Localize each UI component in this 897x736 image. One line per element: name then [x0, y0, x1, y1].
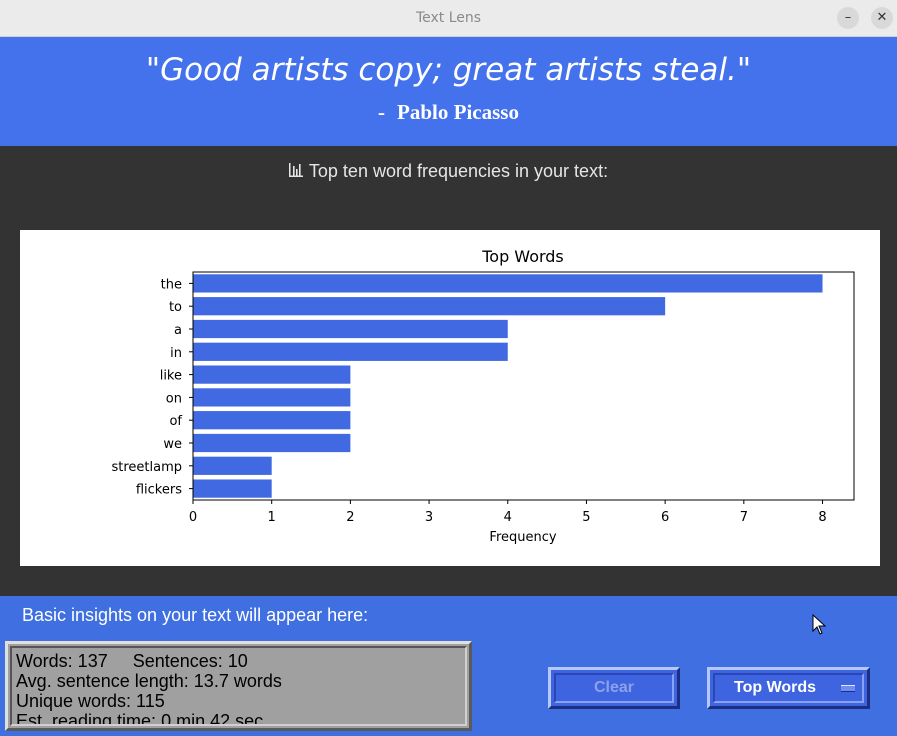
stat-line-unique: Unique words: 115 [16, 691, 165, 711]
bar-to [193, 297, 666, 316]
chart-panel: Top ten word frequencies in your text: T… [0, 146, 897, 596]
bar-in [193, 342, 508, 361]
stats-panel: Words: 137 Sentences: 10 Avg. sentence l… [5, 641, 472, 731]
chart-heading: Top ten word frequencies in your text: [0, 161, 897, 182]
quote-author: - Pablo Picasso [0, 100, 897, 125]
stat-line-reading-time: Est. reading time: 0 min 42 sec [16, 711, 264, 726]
clear-button[interactable]: Clear [548, 667, 680, 709]
y-tick-label: to [169, 300, 182, 315]
author-dash: - [378, 100, 386, 124]
y-tick-label: streetlamp [111, 460, 182, 475]
bar-we [193, 433, 351, 453]
window-titlebar: Text Lens – ✕ [0, 0, 897, 37]
bar-a [193, 319, 508, 339]
y-tick-label: like [160, 369, 182, 384]
bar-of [193, 411, 351, 430]
x-tick-label: 0 [189, 510, 197, 525]
quote-header: "Good artists copy; great artists steal.… [0, 37, 897, 146]
x-tick-label: 6 [661, 510, 669, 525]
y-tick-label: in [170, 346, 182, 361]
quote-text: "Good artists copy; great artists steal.… [145, 52, 752, 88]
x-tick-label: 3 [425, 510, 433, 525]
stat-line-words: Words: 137 Sentences: 10 [16, 651, 248, 671]
chart-canvas: Top Words Frequency the to a in like on of we st… [20, 230, 880, 566]
x-tick-label: 1 [268, 510, 276, 525]
x-tick-label: 8 [818, 510, 826, 525]
insights-label: Basic insights on your text will appear … [22, 605, 369, 625]
stat-line-avg-length: Avg. sentence length: 13.7 words [16, 671, 282, 691]
menu-indicator-icon [841, 685, 855, 692]
bar-like [193, 365, 351, 384]
minimize-icon[interactable]: – [837, 7, 859, 29]
top-words-menu-button[interactable]: Top Words [707, 667, 870, 709]
top-words-chart: Top Words Frequency the to a in like on of we st… [111, 247, 855, 545]
y-tick-label: on [166, 391, 182, 406]
y-tick-label: we [163, 437, 182, 452]
window-title: Text Lens [415, 10, 482, 26]
close-icon[interactable]: ✕ [871, 7, 893, 29]
chart-title: Top Words [481, 247, 564, 266]
y-tick-label: flickers [136, 483, 182, 498]
x-tick-label: 5 [582, 510, 590, 525]
chart-heading-label: Top ten word frequencies in your text: [308, 161, 609, 181]
author-name: Pablo Picasso [397, 100, 519, 124]
x-tick-label: 7 [740, 510, 748, 525]
bar-chart-icon [288, 163, 303, 182]
y-tick-label: the [161, 277, 182, 292]
stats-inner: Words: 137 Sentences: 10 Avg. sentence l… [10, 646, 467, 726]
mouse-cursor-icon [812, 613, 827, 640]
x-tick-label: 4 [504, 510, 512, 525]
bar-the [193, 274, 823, 293]
y-tick-label: a [174, 323, 182, 338]
clear-button-label: Clear [593, 679, 635, 696]
bar-on [193, 388, 351, 407]
bar-streetlamp [193, 456, 272, 475]
x-tick-label: 2 [346, 510, 354, 525]
chart-x-axis-label: Frequency [489, 530, 556, 545]
bar-flickers [193, 479, 272, 498]
y-tick-label: of [169, 414, 182, 429]
